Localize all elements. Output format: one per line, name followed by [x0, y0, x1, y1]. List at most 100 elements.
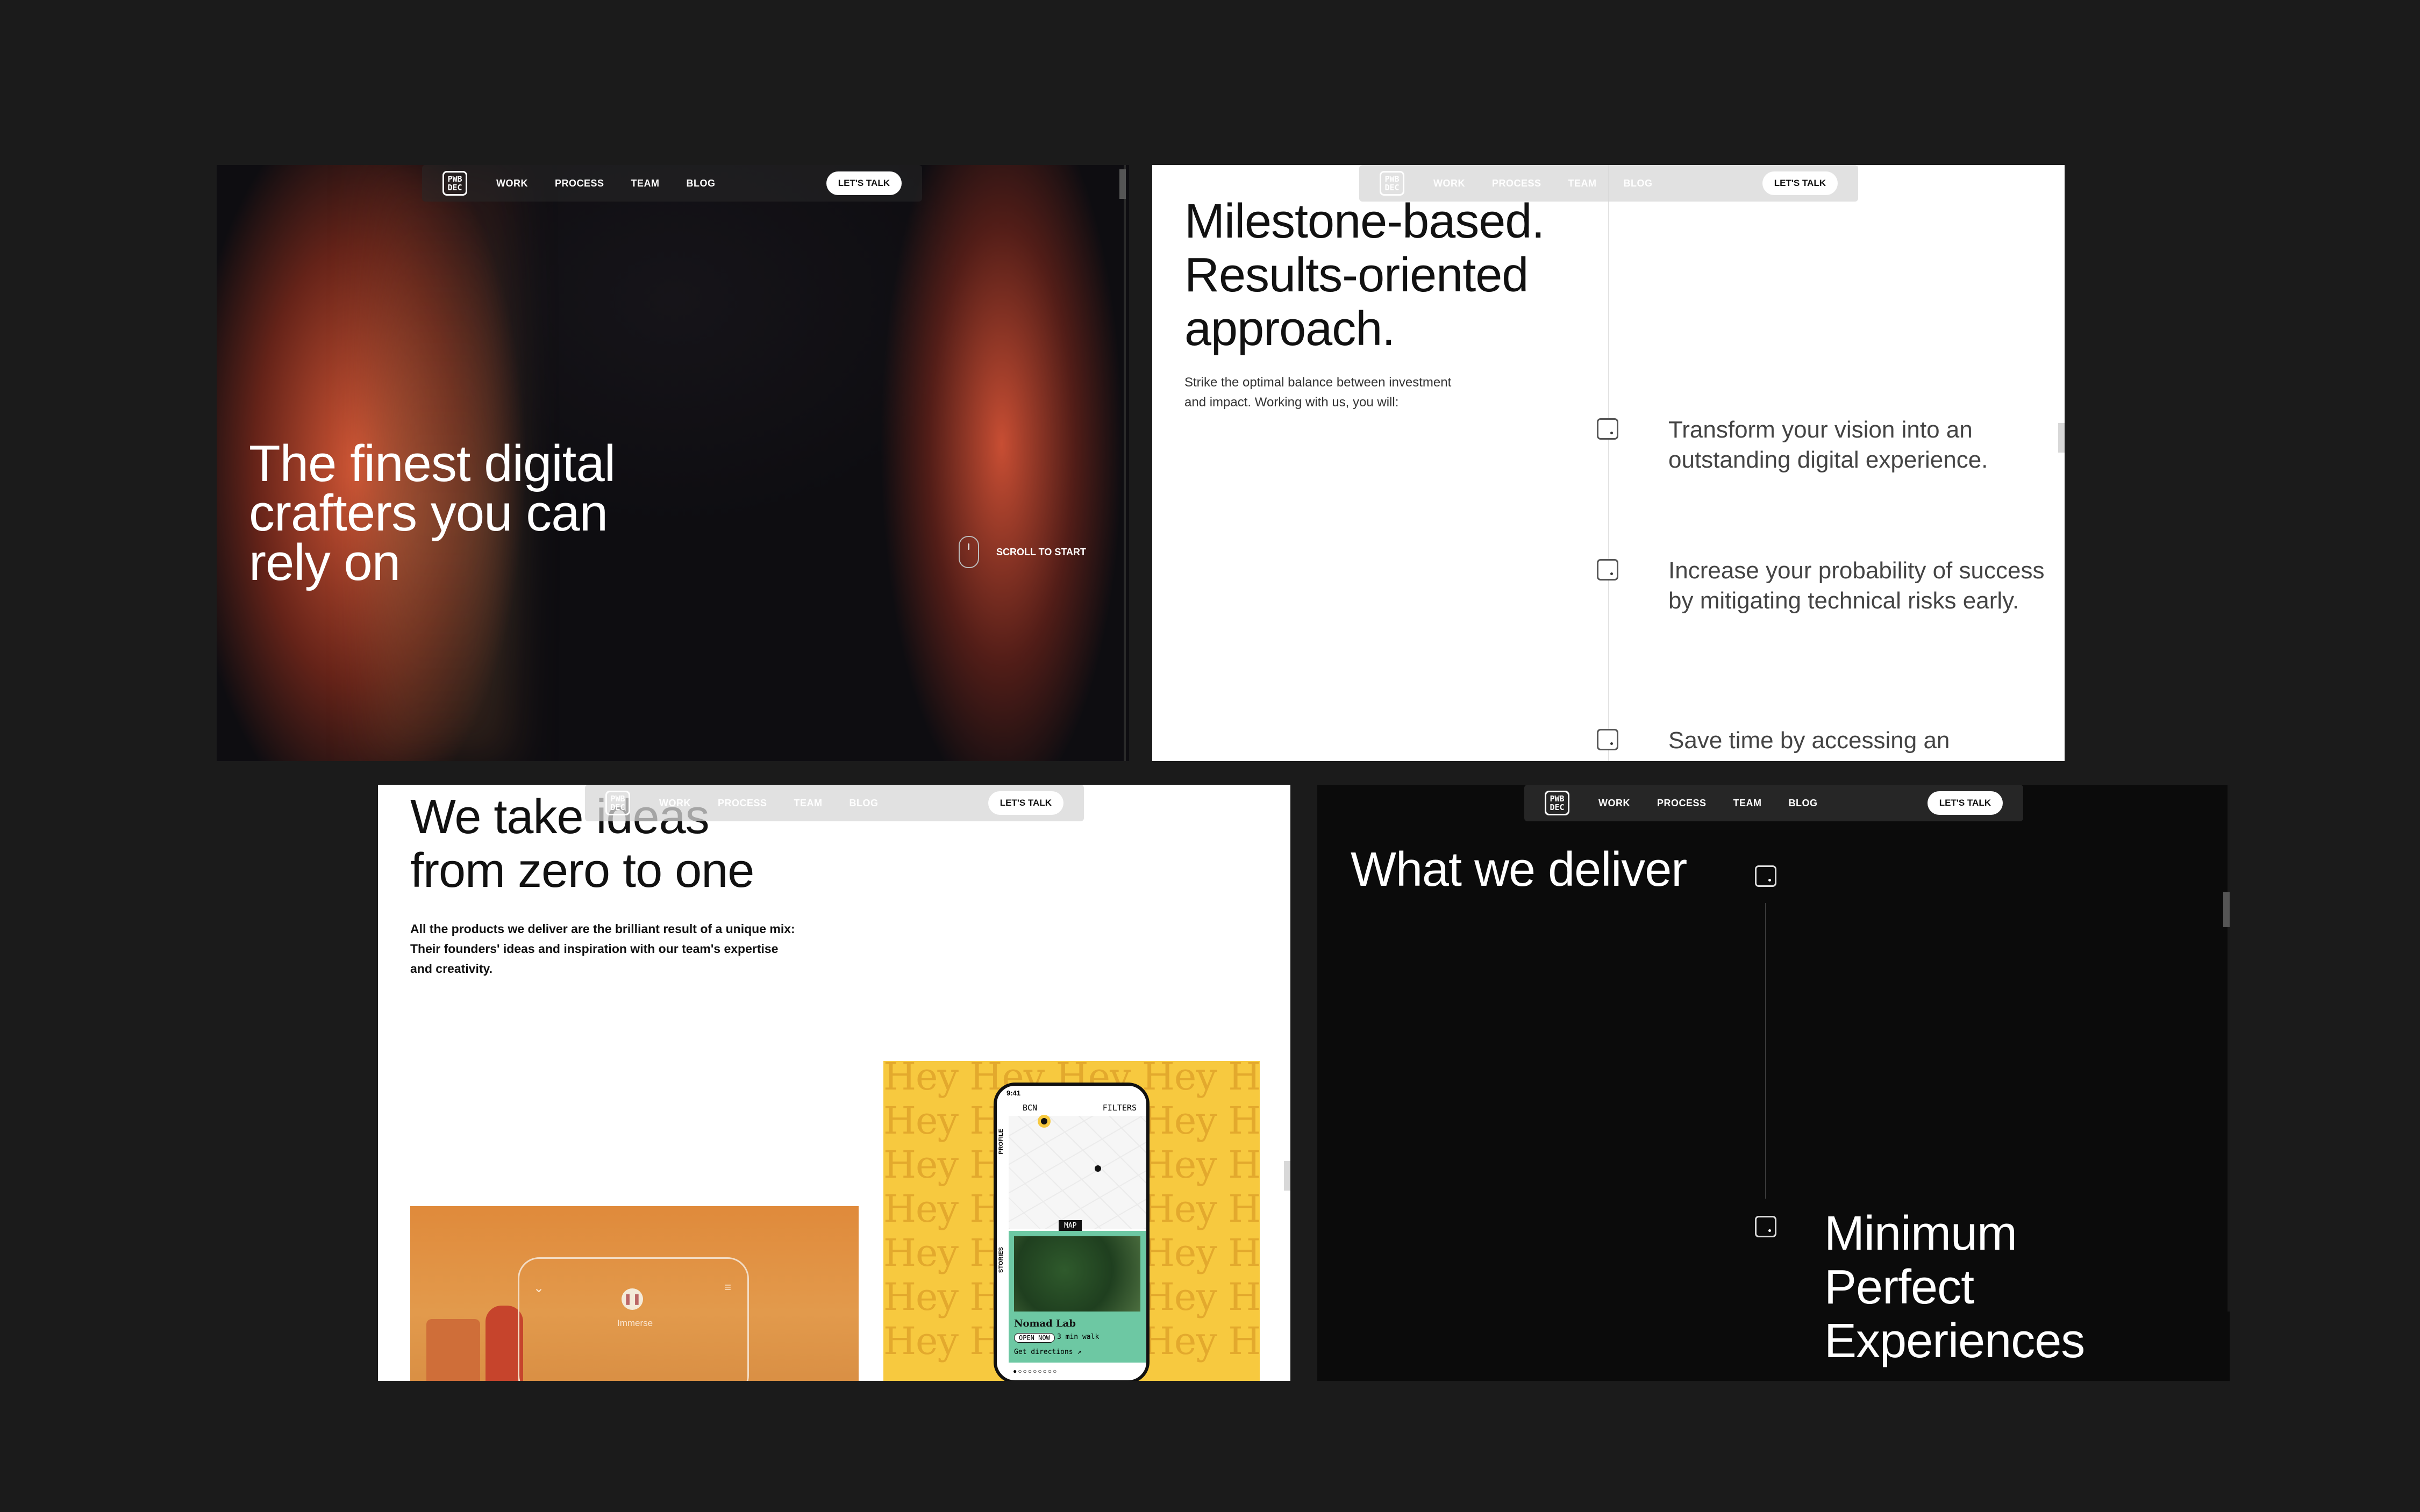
scrollbar[interactable] [2228, 785, 2230, 1312]
queue-icon: ≡ [724, 1280, 731, 1294]
nav-process[interactable]: PROCESS [1657, 798, 1707, 809]
nav-process[interactable]: PROCESS [1492, 178, 1541, 189]
pause-icon: ❚❚ [622, 1288, 643, 1310]
deliverable-line: Experiences [1824, 1314, 2085, 1368]
location-pin-icon [1041, 1118, 1047, 1124]
hey-word: Hey [1228, 1319, 1260, 1363]
title-line: Results-oriented [1184, 248, 1529, 302]
status-time: 9:41 [1006, 1089, 1021, 1097]
map-view [1009, 1116, 1146, 1229]
timeline-line [1765, 903, 1766, 1199]
hero-panel: PWB DEC WORK PROCESS TEAM BLOG LET'S TAL… [217, 165, 1129, 761]
logo[interactable]: PWB DEC [1380, 171, 1404, 196]
subtitle-line: Their founders' ideas and inspiration wi… [410, 942, 779, 956]
deliverable-line: Minimum [1824, 1207, 2017, 1260]
deliverable-line: Perfect [1824, 1260, 1974, 1314]
hey-word: Hey [883, 1099, 959, 1143]
scroll-label: SCROLL TO START [996, 546, 1087, 557]
directions-link: Get directions ↗ [1014, 1348, 1082, 1356]
section-title: Milestone-based. Results-oriented approa… [1184, 195, 1545, 356]
hey-word: Hey [1228, 1099, 1260, 1143]
scrollbar[interactable] [1119, 165, 1126, 761]
logo[interactable]: PWB DEC [442, 171, 467, 196]
scrollbar-thumb[interactable] [1119, 169, 1126, 199]
filters-button: FILTERS [1102, 1103, 1137, 1113]
phone-mockup: 9:41 BCN FILTERS PROFILE STORIES MAP Nom… [994, 1083, 1150, 1381]
logo[interactable]: PWB DEC [1545, 791, 1569, 815]
pager-dots: ●○○○○○○○○ [1013, 1367, 1058, 1375]
lets-talk-button[interactable]: LET'S TALK [1927, 791, 2003, 815]
nav-team[interactable]: TEAM [1568, 178, 1597, 189]
nav-blog[interactable]: BLOG [850, 798, 879, 809]
hey-word: Hey [1228, 1143, 1260, 1187]
scrollbar-thumb[interactable] [2058, 423, 2065, 453]
hey-word: Hey [1228, 1275, 1260, 1319]
hey-word: Hey [883, 1061, 959, 1099]
nav-process[interactable]: PROCESS [718, 798, 767, 809]
section-subtitle: All the products we deliver are the bril… [410, 919, 797, 979]
section-title: What we deliver [1351, 843, 1687, 897]
benefit-point: Save time by accessing an [1668, 727, 1950, 754]
venue-card: Nomad Lab OPEN NOW 3 min walk Get direct… [1009, 1231, 1146, 1363]
hey-word: Hey [1141, 1231, 1217, 1275]
nav-work[interactable]: WORK [496, 178, 528, 189]
stories-tab: STORIES [998, 1247, 1004, 1273]
logo[interactable]: PWB DEC [605, 791, 630, 815]
benefit-point: Increase your probability of success by … [1668, 557, 2045, 614]
section-subtitle: Strike the optimal balance between inves… [1184, 372, 1507, 412]
hey-word: Hey [1141, 1061, 1217, 1099]
hey-word: Hey [1228, 1187, 1260, 1231]
logo-text-bottom: DEC [1384, 183, 1400, 192]
open-badge: OPEN NOW [1014, 1333, 1055, 1343]
lets-talk-button[interactable]: LET'S TALK [826, 171, 902, 195]
rock-illustration [426, 1319, 480, 1381]
project-card-nomad[interactable]: Hey Hey Hey Hey Hey Hey Hey Hey Hey Hey … [883, 1061, 1260, 1381]
deliverable-title: Minimum Perfect Experiences [1824, 1207, 2085, 1368]
hey-word: Hey [1141, 1187, 1217, 1231]
scrollbar-thumb[interactable] [2223, 892, 2230, 927]
city-label: BCN [1023, 1103, 1038, 1113]
nav-work[interactable]: WORK [659, 798, 691, 809]
hey-word: Hey [883, 1319, 959, 1363]
milestone-icon [1755, 865, 1776, 887]
nav-blog[interactable]: BLOG [1624, 178, 1653, 189]
nav-work[interactable]: WORK [1433, 178, 1465, 189]
hero-line: rely on [249, 534, 401, 591]
hey-word: Hey [1141, 1319, 1217, 1363]
lets-talk-button[interactable]: LET'S TALK [1762, 171, 1838, 195]
nav-blog[interactable]: BLOG [687, 178, 716, 189]
project-card-immerse[interactable]: ⌄ ≡ ❚❚ Immerse [410, 1206, 859, 1381]
top-nav: PWB DEC WORK PROCESS TEAM BLOG LET'S TAL… [585, 785, 1084, 821]
venue-photo [1014, 1236, 1140, 1312]
nav-blog[interactable]: BLOG [1789, 798, 1818, 809]
logo-text-top: PWB [1384, 174, 1400, 184]
logo-text-bottom: DEC [610, 802, 625, 812]
milestone-icon [1597, 418, 1618, 440]
scrollbar-thumb[interactable] [1284, 1161, 1290, 1191]
nav-team[interactable]: TEAM [631, 178, 660, 189]
hey-word: Hey [1141, 1143, 1217, 1187]
logo-text-bottom: DEC [447, 183, 462, 192]
deliver-panel: PWB DEC WORK PROCESS TEAM BLOG LET'S TAL… [1317, 785, 2230, 1381]
chevron-down-icon: ⌄ [533, 1281, 545, 1295]
nav-work[interactable]: WORK [1598, 798, 1630, 809]
nav-process[interactable]: PROCESS [555, 178, 604, 189]
phone-mockup: ⌄ ≡ ❚❚ Immerse [518, 1257, 749, 1381]
benefit-point: Transform your vision into an outstandin… [1668, 417, 1988, 473]
top-nav: PWB DEC WORK PROCESS TEAM BLOG LET'S TAL… [1524, 785, 2023, 821]
nav-team[interactable]: TEAM [794, 798, 823, 809]
approach-panel: PWB DEC WORK PROCESS TEAM BLOG LET'S TAL… [1152, 165, 2065, 761]
nav-team[interactable]: TEAM [1733, 798, 1762, 809]
top-nav: PWB DEC WORK PROCESS TEAM BLOG LET'S TAL… [422, 165, 922, 202]
subtitle-line: and creativity. [410, 962, 492, 976]
venue-name: Nomad Lab [1014, 1318, 1076, 1329]
hey-word: Hey [883, 1143, 959, 1187]
hey-word: Hey [1141, 1099, 1217, 1143]
timeline-line [1608, 165, 1609, 761]
lets-talk-button[interactable]: LET'S TALK [988, 791, 1063, 815]
scroll-to-start[interactable]: SCROLL TO START [959, 536, 1086, 568]
logo-text-top: PWB [1550, 794, 1565, 804]
logo-text-top: PWB [610, 794, 625, 804]
app-label: Immerse [617, 1318, 653, 1328]
title-line: from zero to one [410, 844, 754, 898]
